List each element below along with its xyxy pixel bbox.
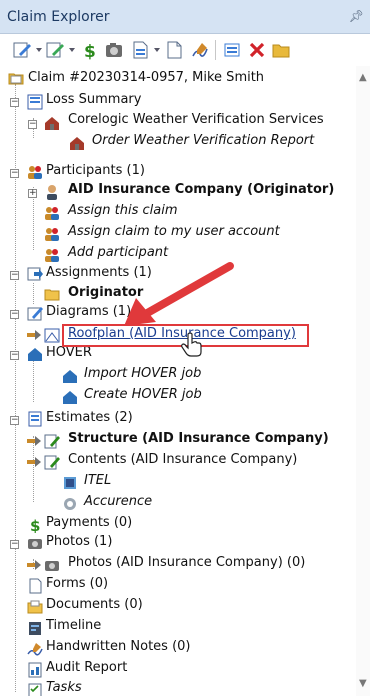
summary-icon bbox=[27, 94, 43, 110]
hover-icon bbox=[28, 348, 42, 361]
forms-label[interactable]: Forms (0) bbox=[46, 576, 108, 591]
audit-report-icon bbox=[28, 662, 42, 678]
accurence-link[interactable]: Accurence bbox=[84, 494, 152, 509]
arrow-marker-icon bbox=[27, 330, 41, 340]
timeline-label[interactable]: Timeline bbox=[46, 618, 101, 633]
hand-cursor-icon bbox=[181, 332, 202, 357]
photo-icon[interactable] bbox=[104, 40, 124, 60]
aid-originator-expander[interactable]: + bbox=[28, 189, 37, 198]
structure-label[interactable]: Structure (AID Insurance Company) bbox=[68, 431, 329, 446]
vertical-scrollbar[interactable]: ▲ ▼ bbox=[356, 66, 370, 696]
edit-alt-icon[interactable] bbox=[45, 40, 65, 60]
scroll-down-arrow-icon[interactable]: ▼ bbox=[359, 678, 367, 689]
claim-folder-icon bbox=[8, 73, 24, 85]
claim-root-label[interactable]: Claim #20230314-0957, Mike Smith bbox=[28, 70, 264, 85]
assign-to-me-link[interactable]: Assign claim to my user account bbox=[68, 224, 280, 239]
edit-dropdown-arrow[interactable] bbox=[36, 48, 42, 52]
documents-label[interactable]: Documents (0) bbox=[46, 597, 143, 612]
hover-label[interactable]: HOVER bbox=[46, 345, 92, 360]
document-icon[interactable] bbox=[130, 40, 150, 60]
house-icon bbox=[45, 117, 59, 130]
handwritten-notes-label[interactable]: Handwritten Notes (0) bbox=[46, 639, 190, 654]
panel-title: Claim Explorer bbox=[7, 9, 110, 25]
svg-text:$: $ bbox=[30, 517, 40, 533]
corelogic-label[interactable]: Corelogic Weather Verification Services bbox=[68, 112, 324, 127]
assignments-expander[interactable]: − bbox=[10, 271, 19, 280]
claim-explorer-panel: Claim Explorer 📌︎ $ Claim #20230314-0957… bbox=[0, 0, 370, 696]
aid-originator-label[interactable]: AID Insurance Company (Originator) bbox=[68, 182, 334, 197]
payment-icon: $ bbox=[30, 517, 40, 533]
new-document-icon[interactable] bbox=[164, 40, 184, 60]
folder-icon bbox=[44, 289, 60, 301]
people-icon bbox=[28, 166, 42, 179]
diagrams-expander[interactable]: − bbox=[10, 310, 19, 319]
agent-icon bbox=[47, 185, 57, 200]
people-icon bbox=[45, 228, 59, 241]
roofplan-icon bbox=[44, 328, 60, 343]
itel-link[interactable]: ITEL bbox=[84, 473, 111, 488]
hover-icon bbox=[63, 370, 77, 383]
camera-icon bbox=[45, 561, 59, 571]
corelogic-expander[interactable]: − bbox=[28, 120, 37, 129]
document-dropdown-arrow[interactable] bbox=[154, 48, 160, 52]
hover-icon bbox=[63, 391, 77, 404]
order-weather-link[interactable]: Order Weather Verification Report bbox=[92, 133, 314, 148]
delete-icon[interactable] bbox=[247, 40, 267, 60]
audit-report-label[interactable]: Audit Report bbox=[46, 660, 127, 675]
pin-icon[interactable]: 📌︎ bbox=[349, 9, 364, 23]
title-bar: Claim Explorer 📌︎ bbox=[0, 0, 370, 34]
estimate-icon bbox=[28, 411, 42, 427]
tree-line bbox=[33, 283, 34, 304]
arrow-marker-icon bbox=[27, 436, 41, 446]
people-icon bbox=[45, 207, 59, 220]
documents-folder-icon bbox=[27, 600, 43, 614]
photos-label[interactable]: Photos (1) bbox=[46, 534, 112, 549]
annotation-arrow-icon bbox=[124, 262, 234, 326]
signature-icon[interactable] bbox=[190, 40, 210, 60]
create-hover-link[interactable]: Create HOVER job bbox=[84, 387, 202, 402]
toolbar-separator bbox=[215, 40, 216, 60]
import-hover-link[interactable]: Import HOVER job bbox=[84, 366, 201, 381]
participants-label[interactable]: Participants (1) bbox=[46, 163, 145, 178]
move-icon[interactable] bbox=[223, 40, 243, 60]
people-icon bbox=[45, 249, 59, 262]
hover-expander[interactable]: − bbox=[10, 351, 19, 360]
handwritten-notes-icon bbox=[27, 643, 43, 656]
estimates-expander[interactable]: − bbox=[10, 416, 19, 425]
form-icon bbox=[29, 578, 42, 594]
diagram-icon bbox=[27, 307, 43, 321]
edit-alt-dropdown-arrow[interactable] bbox=[69, 48, 75, 52]
accurence-icon bbox=[64, 498, 76, 510]
folder-icon[interactable] bbox=[271, 40, 291, 60]
estimate-edit-icon bbox=[44, 434, 60, 449]
loss-summary-label[interactable]: Loss Summary bbox=[46, 92, 141, 107]
photos-expander[interactable]: − bbox=[10, 540, 19, 549]
loss-summary-expander[interactable]: − bbox=[10, 98, 19, 107]
svg-text:$: $ bbox=[84, 42, 96, 60]
tasks-label[interactable]: Tasks bbox=[46, 680, 82, 695]
edit-icon[interactable] bbox=[12, 40, 32, 60]
photos-aid-label[interactable]: Photos (AID Insurance Company) (0) bbox=[68, 555, 305, 570]
estimate-edit-icon bbox=[44, 455, 60, 470]
payments-label[interactable]: Payments (0) bbox=[46, 515, 132, 530]
claim-tree: Claim #20230314-0957, Mike Smith − Loss … bbox=[0, 66, 356, 696]
itel-icon bbox=[64, 477, 76, 489]
camera-icon bbox=[28, 539, 42, 549]
contents-label[interactable]: Contents (AID Insurance Company) bbox=[68, 452, 297, 467]
scroll-up-arrow-icon[interactable]: ▲ bbox=[359, 72, 367, 83]
diagrams-label[interactable]: Diagrams (1) bbox=[46, 304, 131, 319]
tree-line bbox=[33, 361, 34, 402]
house-icon bbox=[70, 137, 84, 150]
estimates-label[interactable]: Estimates (2) bbox=[46, 410, 133, 425]
assign-claim-link[interactable]: Assign this claim bbox=[68, 203, 178, 218]
tasks-icon bbox=[28, 683, 42, 696]
participants-expander[interactable]: − bbox=[10, 169, 19, 178]
arrow-marker-icon bbox=[27, 457, 41, 467]
timeline-icon bbox=[29, 622, 41, 635]
toolbar: $ bbox=[0, 34, 370, 66]
assignment-icon bbox=[27, 267, 43, 281]
payment-icon[interactable]: $ bbox=[80, 40, 100, 60]
arrow-marker-icon bbox=[27, 560, 41, 570]
